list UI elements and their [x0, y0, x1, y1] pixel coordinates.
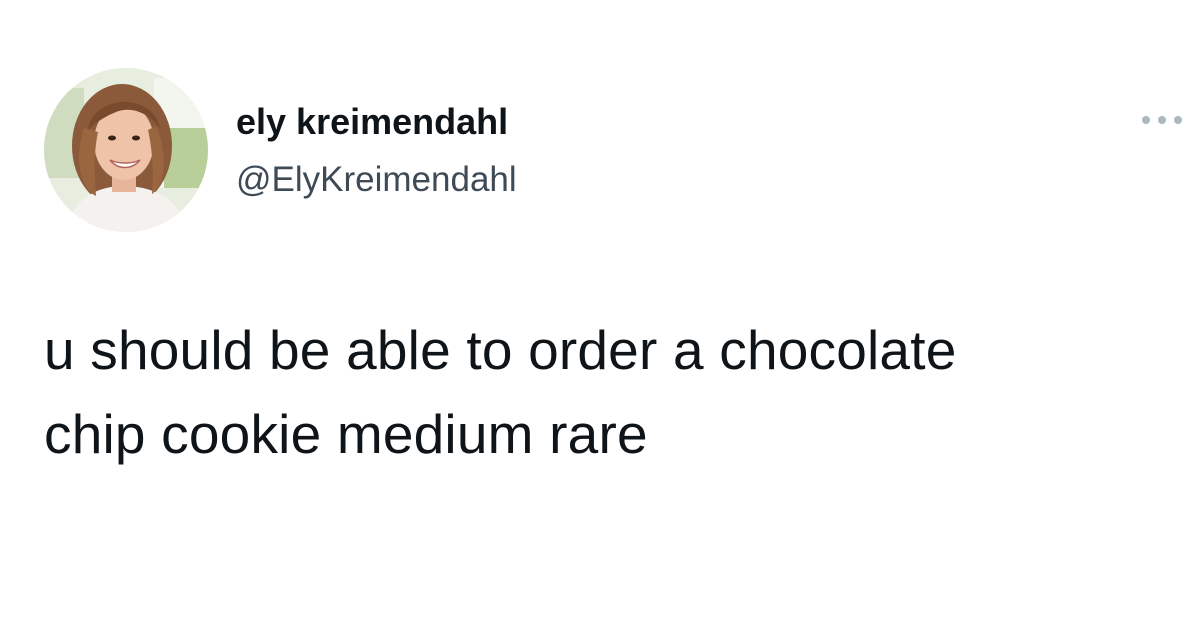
author-display-name[interactable]: ely kreimendahl — [236, 100, 508, 144]
tweet-text: u should be able to order a chocolate ch… — [44, 308, 1174, 476]
more-dots-icon — [1142, 116, 1182, 124]
avatar[interactable] — [44, 68, 208, 232]
profile-photo-icon — [44, 68, 208, 232]
tweet-text-line: chip cookie medium rare — [44, 403, 648, 465]
more-options-button[interactable] — [1136, 104, 1188, 136]
tweet-text-line: u should be able to order a chocolate — [44, 319, 957, 381]
author-handle[interactable]: @ElyKreimendahl — [236, 158, 517, 202]
tweet-card: ely kreimendahl @ElyKreimendahl u should… — [0, 0, 1200, 630]
